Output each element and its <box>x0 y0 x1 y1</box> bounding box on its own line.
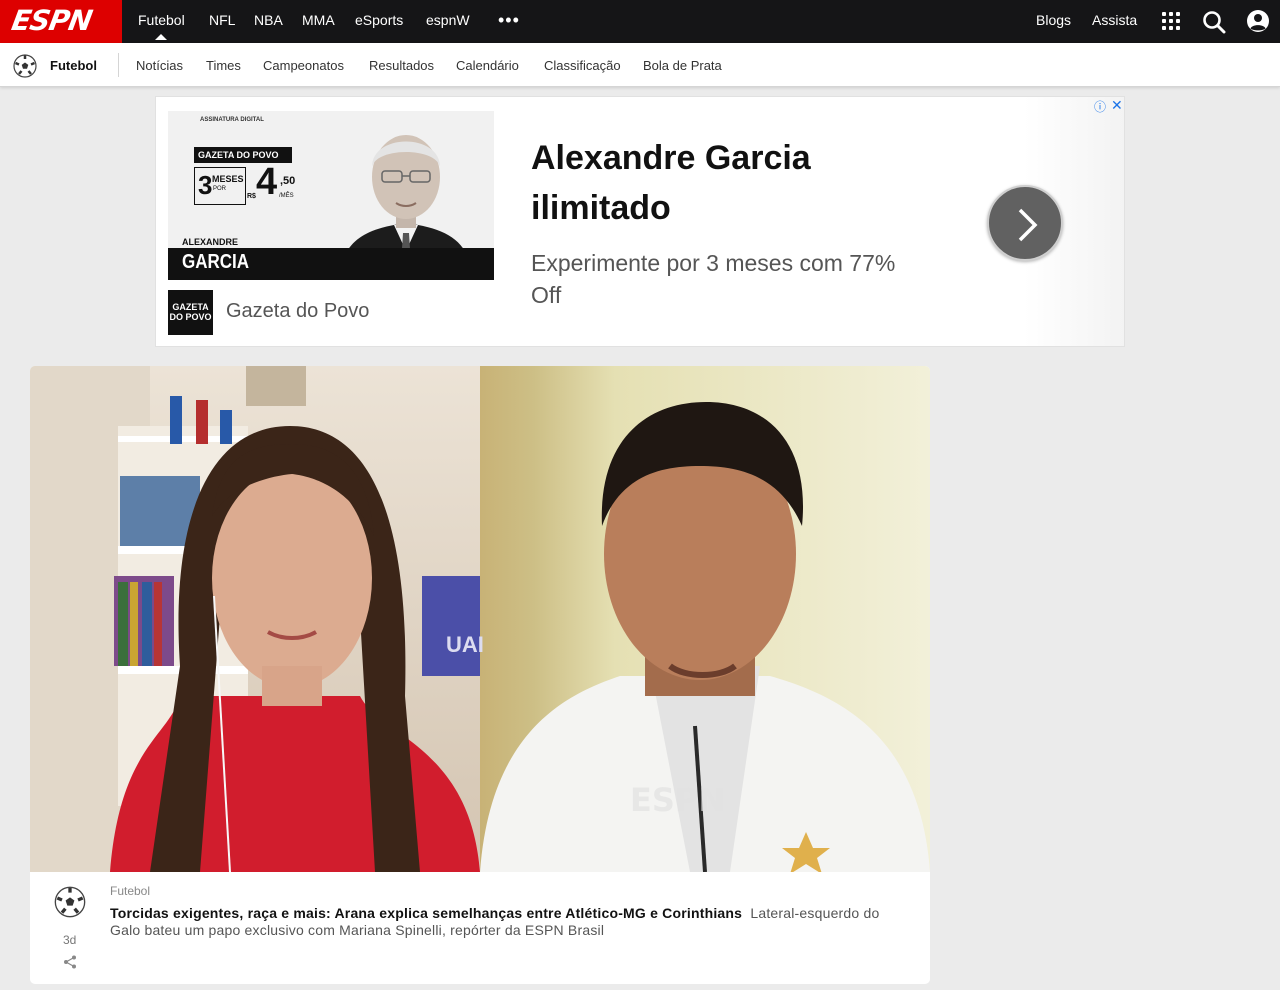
nav-item-assista[interactable]: Assista <box>1092 12 1137 28</box>
video-sign-text: UAI <box>446 632 484 657</box>
reporter-illustration <box>30 366 480 872</box>
ad-offer-number: 3 <box>198 170 213 200</box>
nav-item-nfl[interactable]: NFL <box>209 12 235 28</box>
ad-price: 4 <box>256 161 278 203</box>
ad-info-icon[interactable]: ⓘ <box>1094 98 1106 115</box>
section-navigation: Futebol Notícias Times Campeonatos Resul… <box>0 43 1280 87</box>
ad-price-unit: /MÊS <box>279 193 294 199</box>
subnav-item-campeonatos[interactable]: Campeonatos <box>263 58 344 73</box>
ad-price-cents: ,50 <box>280 175 296 187</box>
subnav-divider <box>118 53 119 77</box>
ad-image-paper-name: GAZETA DO POVO <box>194 147 292 163</box>
subnav-item-calendario[interactable]: Calendário <box>456 58 519 73</box>
nav-item-nba[interactable]: NBA <box>254 12 283 28</box>
card-headline[interactable]: Torcidas exigentes, raça e mais: Arana e… <box>110 905 742 921</box>
espn-logo-text: ESPN <box>9 4 95 37</box>
nav-item-espnw[interactable]: espnW <box>426 12 470 28</box>
card-text[interactable]: Torcidas exigentes, raça e mais: Arana e… <box>110 905 910 939</box>
ad-first-name: ALEXANDRE <box>182 237 239 247</box>
nav-item-futebol[interactable]: Futebol <box>138 12 185 40</box>
nav-item-mma[interactable]: MMA <box>302 12 335 28</box>
ad-currency: R$ <box>247 193 256 200</box>
subnav-item-bola-de-prata[interactable]: Bola de Prata <box>643 58 722 73</box>
ad-brand-logo[interactable]: GAZETA DO POVO <box>168 290 213 335</box>
ad-offer-box: 3 MESES POR <box>194 167 246 205</box>
ad-offer-por: POR <box>213 186 227 192</box>
video-sign: UAI <box>446 632 484 657</box>
video-left-panel <box>30 366 480 872</box>
ad-last-name: GARCIA <box>182 251 250 273</box>
video-story-card[interactable]: ESPN UAI 3d Futebol Torcidas exigentes, … <box>30 366 930 984</box>
card-category[interactable]: Futebol <box>110 884 150 898</box>
more-menu-button[interactable]: ••• <box>498 10 520 31</box>
subnav-item-resultados[interactable]: Resultados <box>369 58 434 73</box>
video-watermark: ESPN <box>630 781 725 819</box>
apps-grid-icon[interactable] <box>1162 12 1180 30</box>
subnav-item-times[interactable]: Times <box>206 58 241 73</box>
video-right-panel: ESPN <box>480 366 930 872</box>
espn-logo[interactable]: ESPN <box>0 0 122 43</box>
user-account-icon[interactable] <box>1246 9 1270 33</box>
ad-image[interactable]: ASSINATURA DIGITAL GAZETA DO POVO 3 MESE… <box>168 111 494 280</box>
nav-item-esports[interactable]: eSports <box>355 12 403 28</box>
subnav-item-classificacao[interactable]: Classificação <box>544 58 621 73</box>
search-icon[interactable] <box>1202 10 1226 34</box>
ad-next-button[interactable] <box>987 185 1063 261</box>
ad-close-icon[interactable]: ✕ <box>1111 97 1123 114</box>
ad-brand-name[interactable]: Gazeta do Povo <box>226 300 369 323</box>
ad-image-subtitle: ASSINATURA DIGITAL <box>200 117 264 123</box>
share-icon[interactable] <box>63 955 77 969</box>
soccer-ball-icon <box>54 886 86 918</box>
subnav-item-noticias[interactable]: Notícias <box>136 58 183 73</box>
section-title[interactable]: Futebol <box>50 58 97 73</box>
chevron-right-icon <box>1018 208 1038 242</box>
video-thumbnail[interactable]: ESPN UAI <box>30 366 930 872</box>
soccer-ball-icon <box>13 54 37 78</box>
player-illustration: ESPN <box>480 402 930 872</box>
advertisement[interactable]: ASSINATURA DIGITAL GAZETA DO POVO 3 MESE… <box>155 96 1125 347</box>
ad-body-text[interactable]: Experimente por 3 meses com 77% Off <box>531 247 921 311</box>
card-timestamp: 3d <box>63 933 77 947</box>
ad-offer-unit: MESES <box>212 174 244 184</box>
nav-item-blogs[interactable]: Blogs <box>1036 12 1071 28</box>
ad-headline[interactable]: Alexandre Garcia ilimitado <box>531 133 861 233</box>
top-navigation: ESPN Futebol NFL NBA MMA eSports espnW •… <box>0 0 1280 43</box>
